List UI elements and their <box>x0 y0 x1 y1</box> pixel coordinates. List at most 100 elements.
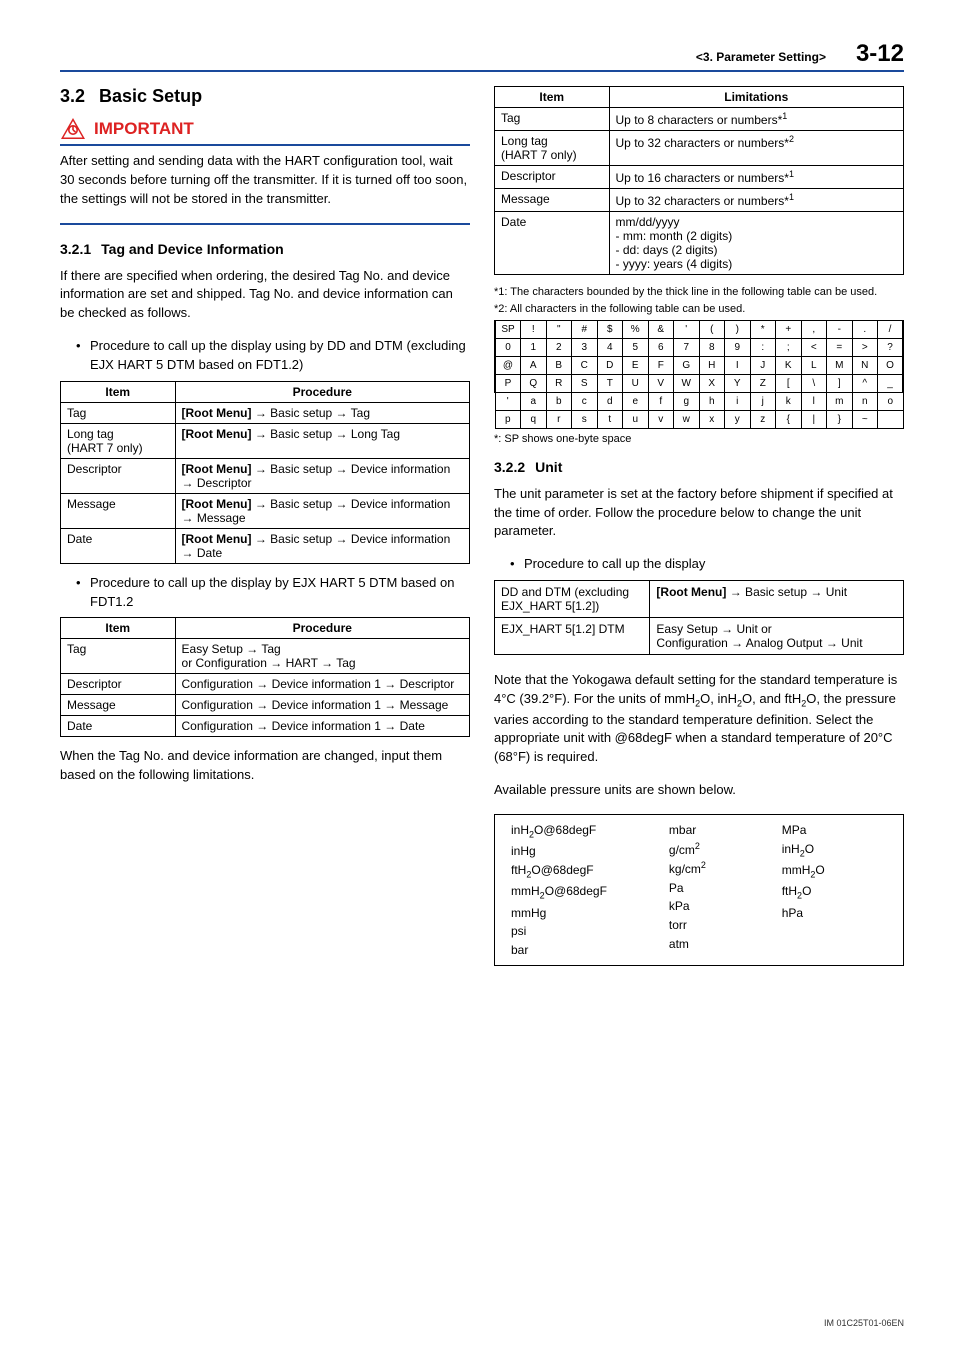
th-item: Item <box>495 87 610 108</box>
char-cell: : <box>750 338 776 356</box>
char-cell: s <box>572 410 598 428</box>
char-cell: e <box>623 392 649 410</box>
unit-cell: [Root Menu] → Basic setup → Unit <box>650 581 904 618</box>
th-item: Item <box>61 618 176 639</box>
th-item: Item <box>61 381 176 402</box>
char-cell: q <box>521 410 547 428</box>
char-cell: V <box>648 374 674 392</box>
char-cell: h <box>699 392 725 410</box>
char-cell: } <box>827 410 853 428</box>
char-cell: 3 <box>572 338 598 356</box>
char-cell: _ <box>878 374 904 392</box>
pressure-col-3: MPainH2OmmH2OftH2OhPa <box>782 821 887 959</box>
table-cell: Up to 16 characters or numbers*1 <box>609 166 903 189</box>
char-cell: f <box>648 392 674 410</box>
char-cell: ~ <box>852 410 878 428</box>
table-cell: mm/dd/yyyy- mm: month (2 digits)- dd: da… <box>609 212 903 275</box>
table-unit-procedure: DD and DTM (excluding EJX_HART 5[1.2]) [… <box>494 580 904 655</box>
table-cell: Date <box>495 212 610 275</box>
h2-basic-setup: 3.2Basic Setup <box>60 86 470 107</box>
char-cell: l <box>801 392 827 410</box>
important-paragraph: After setting and sending data with the … <box>60 152 470 209</box>
th-procedure: Procedure <box>175 618 469 639</box>
char-cell: G <box>674 356 700 374</box>
left-column: 3.2Basic Setup IMPORTANT After setting a… <box>60 86 470 966</box>
table-cell: Date <box>61 528 176 563</box>
char-cell: [ <box>776 374 802 392</box>
para-limitations: When the Tag No. and device information … <box>60 747 470 785</box>
char-cell: I <box>725 356 751 374</box>
table-cell: Tag <box>61 402 176 423</box>
char-cell: SP <box>495 320 521 338</box>
para-tag-device: If there are specified when ordering, th… <box>60 267 470 324</box>
char-cell: a <box>521 392 547 410</box>
important-label: IMPORTANT <box>94 119 194 139</box>
char-cell: F <box>648 356 674 374</box>
char-cell: 8 <box>699 338 725 356</box>
char-cell: - <box>827 320 853 338</box>
char-cell: u <box>623 410 649 428</box>
char-cell: i <box>725 392 751 410</box>
table-cell: Easy Setup → Tagor Configuration → HART … <box>175 639 469 674</box>
table-cell: Tag <box>61 639 176 674</box>
header-page: 3-12 <box>856 40 904 68</box>
char-cell: 6 <box>648 338 674 356</box>
char-cell: K <box>776 356 802 374</box>
char-cell: p <box>495 410 521 428</box>
char-cell: 4 <box>597 338 623 356</box>
char-cell: U <box>623 374 649 392</box>
char-cell: v <box>648 410 674 428</box>
char-cell: y <box>725 410 751 428</box>
table-cell: Descriptor <box>61 674 176 695</box>
char-cell: $ <box>597 320 623 338</box>
char-cell: < <box>801 338 827 356</box>
para-unit: The unit parameter is set at the factory… <box>494 485 904 542</box>
char-cell: 9 <box>725 338 751 356</box>
important-row: IMPORTANT <box>60 117 470 140</box>
char-cell: P <box>495 374 521 392</box>
char-cell: > <box>852 338 878 356</box>
char-cell: o <box>878 392 904 410</box>
char-cell: E <box>623 356 649 374</box>
th-procedure: Procedure <box>175 381 469 402</box>
char-cell: Q <box>521 374 547 392</box>
char-cell: ^ <box>852 374 878 392</box>
char-cell: n <box>852 392 878 410</box>
char-cell: t <box>597 410 623 428</box>
table-cell: Up to 32 characters or numbers*1 <box>609 189 903 212</box>
char-cell: , <box>801 320 827 338</box>
char-cell: d <box>597 392 623 410</box>
table-cell: Tag <box>495 108 610 131</box>
char-cell: ! <box>521 320 547 338</box>
char-cell: k <box>776 392 802 410</box>
bullet-2: Procedure to call up the display by EJX … <box>60 574 470 612</box>
char-cell: ; <box>776 338 802 356</box>
table-cell: Up to 32 characters or numbers*2 <box>609 131 903 166</box>
char-cell: H <box>699 356 725 374</box>
sp-note: *: SP shows one-byte space <box>494 433 904 445</box>
char-cell: c <box>572 392 598 410</box>
table-cell: Configuration → Device information 1 → D… <box>175 674 469 695</box>
char-cell: * <box>750 320 776 338</box>
table-cell: Date <box>61 716 176 737</box>
char-cell: T <box>597 374 623 392</box>
char-table: SP!"#$%&'()*+,-./0123456789:;<=>?@ABCDEF… <box>494 320 904 429</box>
para-available: Available pressure units are shown below… <box>494 781 904 800</box>
h3-tag-device: 3.2.1Tag and Device Information <box>60 241 470 257</box>
pressure-col-1: inH2O@68degFinHgftH2O@68degFmmH2O@68degF… <box>511 821 669 959</box>
char-cell: g <box>674 392 700 410</box>
table-cell: Up to 8 characters or numbers*1 <box>609 108 903 131</box>
char-cell: ( <box>699 320 725 338</box>
important-bar-top <box>60 144 470 146</box>
char-cell: = <box>827 338 853 356</box>
char-cell: | <box>801 410 827 428</box>
table-cell: Descriptor <box>495 166 610 189</box>
char-cell: ' <box>674 320 700 338</box>
table-cell: [Root Menu] → Basic setup → Device infor… <box>175 493 469 528</box>
important-bar-bottom <box>60 223 470 225</box>
char-cell: O <box>878 356 904 374</box>
char-cell: z <box>750 410 776 428</box>
char-cell: S <box>572 374 598 392</box>
table-procedure-ejx: Item Procedure TagEasy Setup → Tagor Con… <box>60 617 470 737</box>
char-cell: A <box>521 356 547 374</box>
